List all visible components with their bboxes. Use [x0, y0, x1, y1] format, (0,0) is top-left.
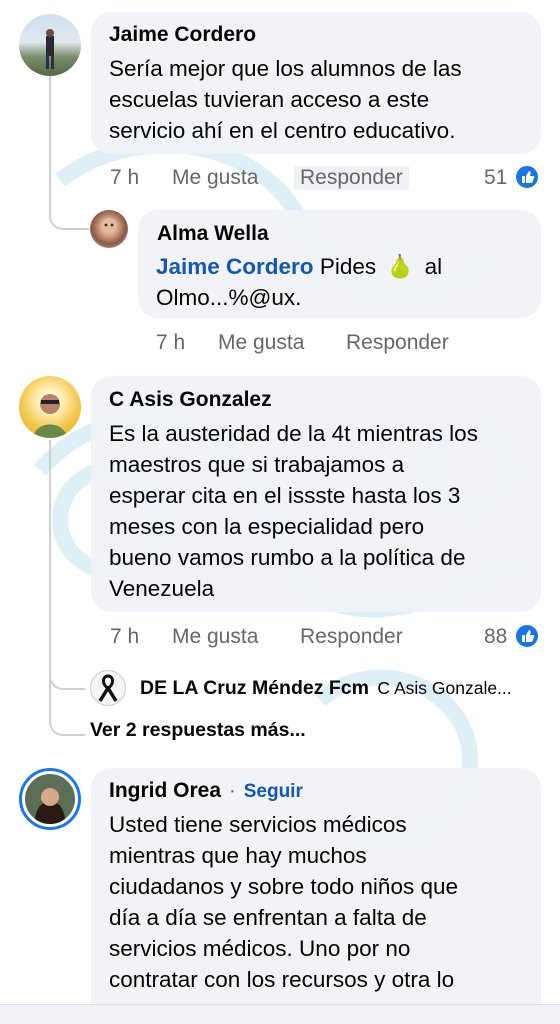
- user-photo-landscape-icon: [46, 29, 54, 69]
- reply-button[interactable]: Responder: [346, 331, 449, 355]
- comment-author[interactable]: Ingrid Orea · Seguir: [109, 779, 303, 803]
- avatar[interactable]: [19, 14, 81, 76]
- thread-connector: [49, 690, 85, 736]
- reply-author[interactable]: DE LA Cruz Méndez Fcm: [140, 677, 369, 699]
- reply-button[interactable]: Responder: [300, 625, 403, 649]
- avatar[interactable]: [90, 210, 128, 248]
- comment-author[interactable]: Jaime Cordero: [109, 23, 256, 47]
- like-button[interactable]: Me gusta: [172, 166, 258, 190]
- user-photo-child-icon: [101, 218, 117, 234]
- reply-text: Jaime Cordero Pides 🍐 al Olmo...%@ux.: [156, 254, 443, 310]
- mention-link[interactable]: Jaime Cordero: [156, 254, 314, 279]
- user-photo-woman-icon: [25, 774, 75, 824]
- view-more-replies-link[interactable]: Ver 2 respuestas más...: [90, 719, 306, 742]
- collapsed-reply[interactable]: DE LA Cruz Méndez Fcm C Asis Gonzale...: [140, 677, 540, 700]
- reaction-count[interactable]: 88: [484, 625, 507, 649]
- comment-author[interactable]: C Asis Gonzalez: [109, 388, 272, 412]
- thread-connector: [49, 660, 85, 690]
- reply-button[interactable]: Responder: [294, 166, 409, 190]
- thumbs-up-icon[interactable]: [514, 164, 540, 190]
- comment-text: Sería mejor que los alumnos de las escue…: [109, 56, 462, 143]
- follow-button[interactable]: Seguir: [244, 781, 303, 802]
- like-button[interactable]: Me gusta: [218, 331, 304, 355]
- timestamp[interactable]: 7 h: [110, 166, 139, 190]
- bottom-divider: [0, 1004, 560, 1024]
- avatar[interactable]: [19, 768, 81, 830]
- timestamp[interactable]: 7 h: [110, 625, 139, 649]
- reaction-count[interactable]: 51: [484, 166, 507, 190]
- timestamp[interactable]: 7 h: [156, 331, 185, 355]
- comment-text: Es la austeridad de la 4t mientras los m…: [109, 421, 478, 601]
- separator-dot: ·: [228, 779, 236, 802]
- thread-connector: [49, 440, 51, 690]
- thread-connector: [49, 190, 89, 230]
- comment-text: Usted tiene servicios médicos mientras q…: [109, 812, 459, 992]
- pear-emoji-icon: 🍐: [386, 254, 415, 279]
- reply-author[interactable]: Alma Wella: [157, 222, 269, 246]
- user-photo-yellow-icon: [33, 394, 67, 438]
- avatar[interactable]: [19, 376, 81, 438]
- avatar[interactable]: [90, 670, 126, 706]
- like-button[interactable]: Me gusta: [172, 625, 258, 649]
- mourning-ribbon-icon: [98, 674, 118, 702]
- reply-preview: C Asis Gonzale...: [377, 678, 512, 698]
- thumbs-up-icon[interactable]: [514, 623, 540, 649]
